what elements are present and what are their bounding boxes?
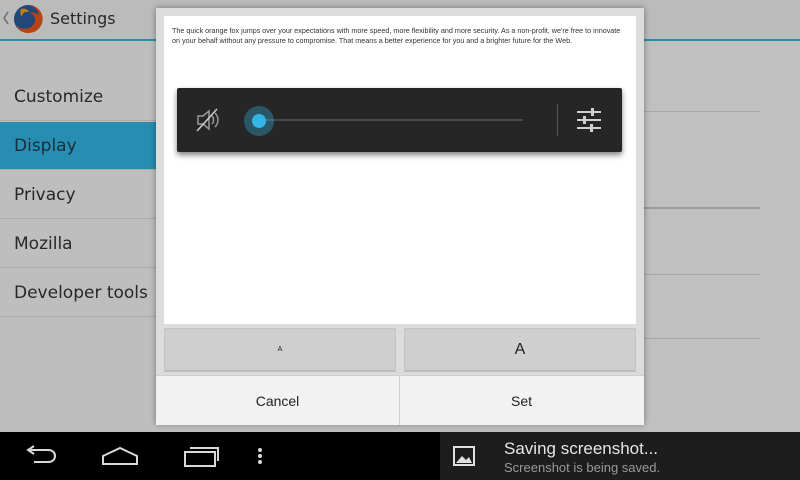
speaker-muted-icon[interactable] <box>195 106 221 138</box>
system-nav-bar: Saving screenshot... Screenshot is being… <box>0 432 800 480</box>
notification-title: Saving screenshot... <box>504 439 659 458</box>
sliders-icon[interactable] <box>575 106 603 138</box>
volume-slider-thumb[interactable] <box>244 106 274 136</box>
overflow-menu-icon[interactable] <box>256 444 264 472</box>
decrease-text-size-button[interactable]: A <box>164 328 396 372</box>
dialog-footer: Cancel Set <box>156 375 644 425</box>
image-icon <box>452 444 476 472</box>
font-size-dialog: The quick orange fox jumps over your exp… <box>156 8 644 425</box>
volume-panel <box>177 88 622 152</box>
set-button[interactable]: Set <box>400 376 643 425</box>
text-preview: The quick orange fox jumps over your exp… <box>164 16 636 324</box>
notification-subtitle: Screenshot is being saved. <box>504 460 661 475</box>
back-arrow-icon[interactable] <box>22 444 58 472</box>
home-icon[interactable] <box>100 444 140 472</box>
divider <box>557 104 558 136</box>
cancel-button[interactable]: Cancel <box>156 376 400 425</box>
screenshot-notification[interactable]: Saving screenshot... Screenshot is being… <box>440 432 800 480</box>
increase-text-size-button[interactable]: A <box>404 328 636 372</box>
volume-slider-track[interactable] <box>257 119 523 121</box>
recent-apps-icon[interactable] <box>182 444 220 472</box>
preview-text: The quick orange fox jumps over your exp… <box>172 26 621 45</box>
